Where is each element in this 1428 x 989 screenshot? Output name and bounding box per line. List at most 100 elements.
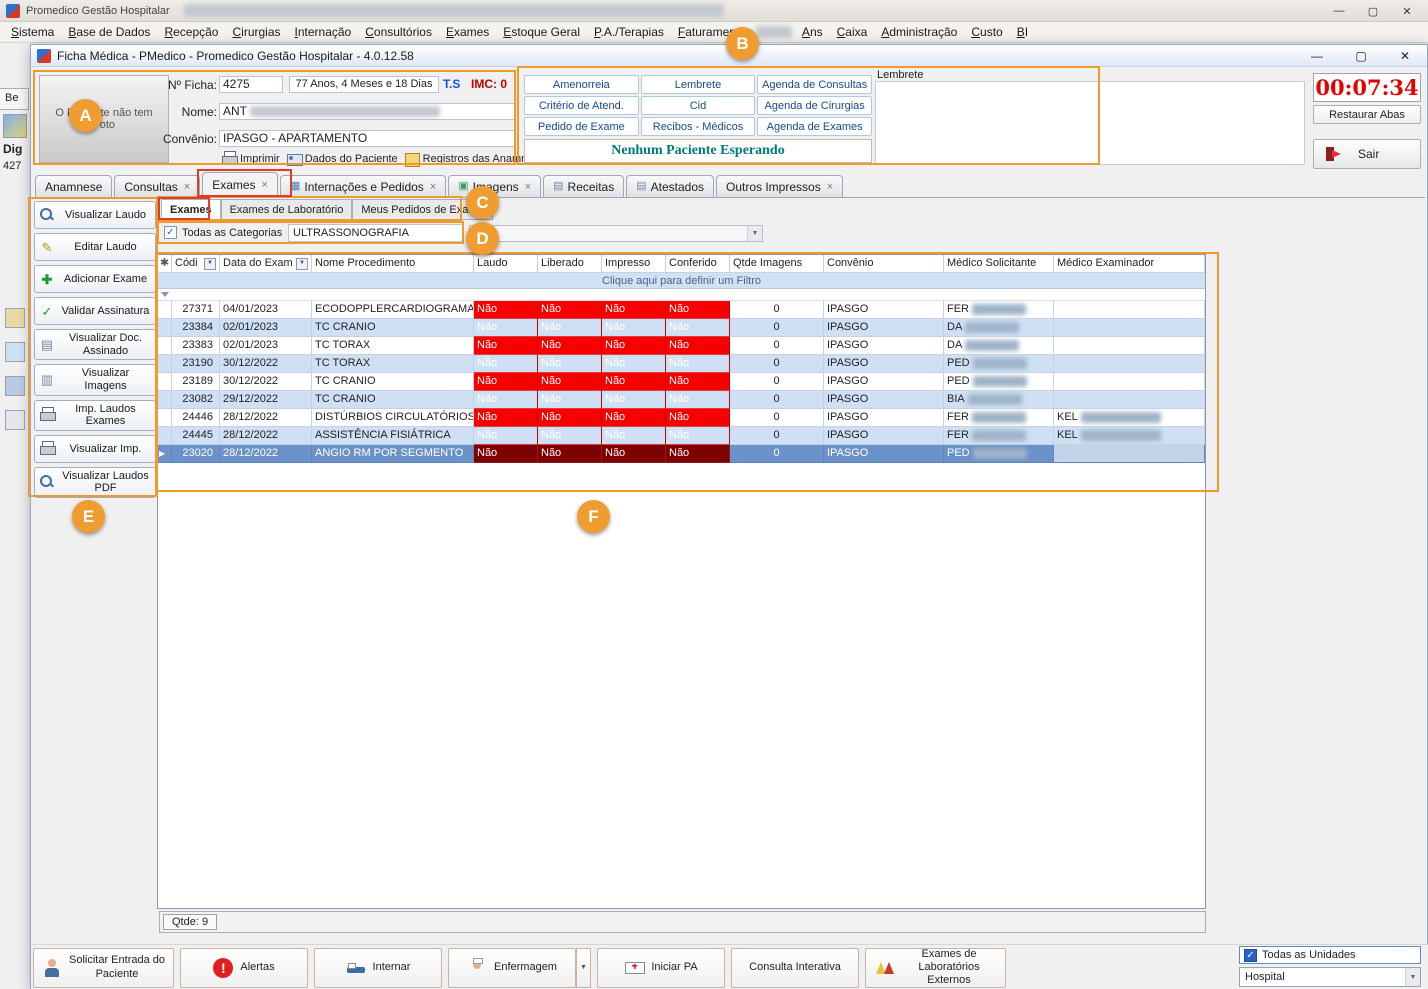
filter-arrow-icon[interactable]: ▼ xyxy=(204,257,216,270)
todas-unidades-row[interactable]: ✓ Todas as Unidades xyxy=(1239,946,1421,964)
minimize-icon[interactable]: — xyxy=(1322,0,1356,22)
toolbar-button-alertas[interactable]: ! Alertas xyxy=(180,947,308,988)
patient-action-imprimir[interactable]: Imprimir xyxy=(221,151,280,167)
column-header-medico-examinador[interactable]: Médico Examinador xyxy=(1054,255,1205,273)
tab-atestados[interactable]: ▤ Atestados xyxy=(626,175,714,197)
column-header-convenio[interactable]: Convênio xyxy=(824,255,944,273)
ts-link[interactable]: T.S xyxy=(443,77,460,91)
lembrete-memo[interactable] xyxy=(875,81,1305,165)
toolbar-button-enfermagem[interactable]: Enfermagem xyxy=(448,947,576,988)
chevron-down-icon[interactable]: ▼ xyxy=(747,226,762,241)
column-header-qtde-imagens[interactable]: Qtde Imagens xyxy=(730,255,824,273)
toolbar-button-iniciar-pa[interactable]: Iniciar PA xyxy=(597,947,725,988)
sidebar-button-imp-laudos-exames[interactable]: Imp. Laudos Exames xyxy=(34,399,156,431)
tab-receitas[interactable]: ▤ Receitas xyxy=(543,175,625,197)
sidebar-button-visualizar-doc-assinado[interactable]: ▤ Visualizar Doc. Assinado xyxy=(34,329,156,361)
filter-arrow-icon[interactable]: ▼ xyxy=(296,257,308,270)
sidebar-button-visualizar-laudo[interactable]: Visualizar Laudo xyxy=(34,201,156,229)
menu-item-base-de-dados[interactable]: Base de Dados xyxy=(61,23,157,41)
category-combo[interactable]: ULTRASSONOGRAFIA xyxy=(288,224,463,242)
close-tab-icon[interactable]: × xyxy=(262,179,268,191)
exam-row-27371[interactable]: 27371 04/01/2023 ECODOPPLERCARDIOGRAMA Não N… xyxy=(158,301,1205,319)
menu-item-recepcao[interactable]: Recepção xyxy=(157,23,225,41)
column-header-impresso[interactable]: Impresso xyxy=(602,255,666,273)
exam-row-24446[interactable]: 24446 28/12/2022 DISTÚRBIOS CIRCULATÓRIOS N… xyxy=(158,409,1205,427)
quick-button-agenda-de-consultas[interactable]: Agenda de Consultas xyxy=(757,75,872,94)
sidebar-button-visualizar-imp[interactable]: Visualizar Imp. xyxy=(34,434,156,463)
maximize-icon[interactable]: ▢ xyxy=(1356,0,1390,22)
todas-unidades-checkbox[interactable]: ✓ xyxy=(1244,948,1257,962)
chevron-down-icon[interactable]: ▼ xyxy=(1405,968,1420,986)
sidebar-button-visualizar-laudos-pdf[interactable]: Visualizar Laudos PDF xyxy=(34,466,156,499)
toolbar-button-internar[interactable]: Internar xyxy=(314,947,442,988)
menu-item-administracao[interactable]: Administração xyxy=(874,23,964,41)
quick-button-agenda-de-cirurgias[interactable]: Agenda de Cirurgias xyxy=(757,96,872,115)
tab-anamnese[interactable]: Anamnese xyxy=(35,175,113,197)
sidebar-button-validar-assinatura[interactable]: ✓ Validar Assinatura xyxy=(34,297,156,325)
menu-item-p-a-terapias[interactable]: P.A./Terapias xyxy=(587,23,671,41)
restore-tabs-button[interactable]: Restaurar Abas xyxy=(1313,105,1421,124)
menu-item-custo[interactable]: Custo xyxy=(964,23,1009,41)
toolbar-dropdown-button[interactable]: ▼ xyxy=(576,947,591,988)
subtab-exames-de-laboratorio[interactable]: Exames de Laboratório xyxy=(220,199,353,220)
toolbar-button-solicitar-entrada-do-paciente[interactable]: Solicitar Entrada do Paciente xyxy=(33,947,174,988)
sidebar-button-editar-laudo[interactable]: ✎ Editar Laudo xyxy=(34,233,156,261)
exam-row-23383[interactable]: 23383 02/01/2023 TC TORAX Não Não Não Não 0 IPAS… xyxy=(158,337,1205,355)
todas-categorias-checkbox[interactable]: ✓ xyxy=(164,226,177,239)
menu-item-caixa[interactable]: Caixa xyxy=(830,23,875,41)
exam-row-23082[interactable]: 23082 29/12/2022 TC CRANIO Não Não Não Não 0 IPA… xyxy=(158,391,1205,409)
patient-name-field[interactable]: ANT xyxy=(219,103,515,120)
tab-exames[interactable]: Exames × xyxy=(202,172,278,197)
secondary-combo[interactable]: ▼ xyxy=(469,225,763,242)
subtab-exames[interactable]: Exames xyxy=(161,199,221,220)
menu-item-cirurgias[interactable]: Cirurgias xyxy=(225,23,287,41)
menu-item-internacao[interactable]: Internação xyxy=(288,23,359,41)
column-header-medico-solicitante[interactable]: Médico Solicitante xyxy=(944,255,1054,273)
quick-button-pedido-de-exame[interactable]: Pedido de Exame xyxy=(524,117,639,136)
column-header-liberado[interactable]: Liberado xyxy=(538,255,602,273)
exam-row-24445[interactable]: 24445 28/12/2022 ASSISTÊNCIA FISIÁTRICA Não… xyxy=(158,427,1205,445)
tab-internacoes-e-pedidos[interactable]: ▦ Internações e Pedidos × xyxy=(279,175,447,197)
unit-combo[interactable]: Hospital ▼ xyxy=(1239,967,1421,987)
quick-button-amenorreia[interactable]: Amenorreia xyxy=(524,75,639,94)
tab-consultas[interactable]: Consultas × xyxy=(114,175,201,197)
close-icon[interactable]: ✕ xyxy=(1390,0,1424,22)
column-header-laudo[interactable]: Laudo xyxy=(474,255,538,273)
tab-outros-impressos[interactable]: Outros Impressos × xyxy=(716,175,844,197)
exam-row-23190[interactable]: 23190 30/12/2022 TC TORAX Não Não Não Não 0 IPAS… xyxy=(158,355,1205,373)
column-header-nome-procedimento[interactable]: Nome Procedimento xyxy=(312,255,474,273)
menu-item-sistema[interactable]: Sistema xyxy=(4,23,61,41)
column-header-data-do-exam[interactable]: Data do Exam ▼ xyxy=(220,255,312,273)
sidebar-button-adicionar-exame[interactable]: ✚ Adicionar Exame xyxy=(34,265,156,293)
exam-row-23020[interactable]: ▶ 23020 28/12/2022 ANGIO RM POR SEGMENTO Não… xyxy=(158,445,1205,463)
exam-row-23384[interactable]: 23384 02/01/2023 TC CRANIO Não Não Não Não 0 IPA… xyxy=(158,319,1205,337)
maximize-icon[interactable]: ▢ xyxy=(1349,45,1373,67)
close-tab-icon[interactable]: × xyxy=(525,181,531,193)
close-icon[interactable]: ✕ xyxy=(1393,45,1417,67)
menu-item-consultorios[interactable]: Consultórios xyxy=(358,23,439,41)
exit-button[interactable]: Sair xyxy=(1313,139,1421,169)
toolbar-button-consulta-interativa[interactable]: Consulta Interativa xyxy=(731,947,859,988)
menu-item-bi[interactable]: BI xyxy=(1010,23,1035,41)
convenio-field[interactable]: IPASGO - APARTAMENTO xyxy=(219,130,515,147)
sidebar-button-visualizar-imagens[interactable]: ▥ Visualizar Imagens xyxy=(34,364,156,396)
menu-item-estoque-geral[interactable]: Estoque Geral xyxy=(496,23,587,41)
close-tab-icon[interactable]: × xyxy=(430,181,436,193)
quick-button-lembrete[interactable]: Lembrete xyxy=(640,75,756,94)
quick-button-criterio-de-atend[interactable]: Critério de Atend. xyxy=(524,96,639,115)
column-header-conferido[interactable]: Conferido xyxy=(666,255,730,273)
quick-button-cid[interactable]: Cid xyxy=(640,96,756,115)
patient-action-dados-do-paciente[interactable]: Dados do Paciente xyxy=(286,151,398,167)
quick-button-agenda-de-exames[interactable]: Agenda de Exames xyxy=(757,117,872,136)
minimize-icon[interactable]: — xyxy=(1305,45,1329,67)
exam-row-23189[interactable]: 23189 30/12/2022 TC CRANIO Não Não Não Não 0 IPA… xyxy=(158,373,1205,391)
ficha-number-field[interactable]: 4275 xyxy=(219,76,283,93)
close-tab-icon[interactable]: × xyxy=(184,181,190,193)
menu-item-ans[interactable]: Ans xyxy=(795,23,830,41)
menu-item-exames[interactable]: Exames xyxy=(439,23,496,41)
toolbar-button-exames-de-laboratorios-externos[interactable]: Exames de Laboratórios Externos xyxy=(865,947,1006,988)
close-tab-icon[interactable]: × xyxy=(827,181,833,193)
column-header-codi[interactable]: Códi ▼ xyxy=(172,255,220,273)
grid-filter-row[interactable] xyxy=(158,289,1205,301)
grid-filter-hint[interactable]: Clique aqui para definir um Filtro xyxy=(158,273,1205,289)
